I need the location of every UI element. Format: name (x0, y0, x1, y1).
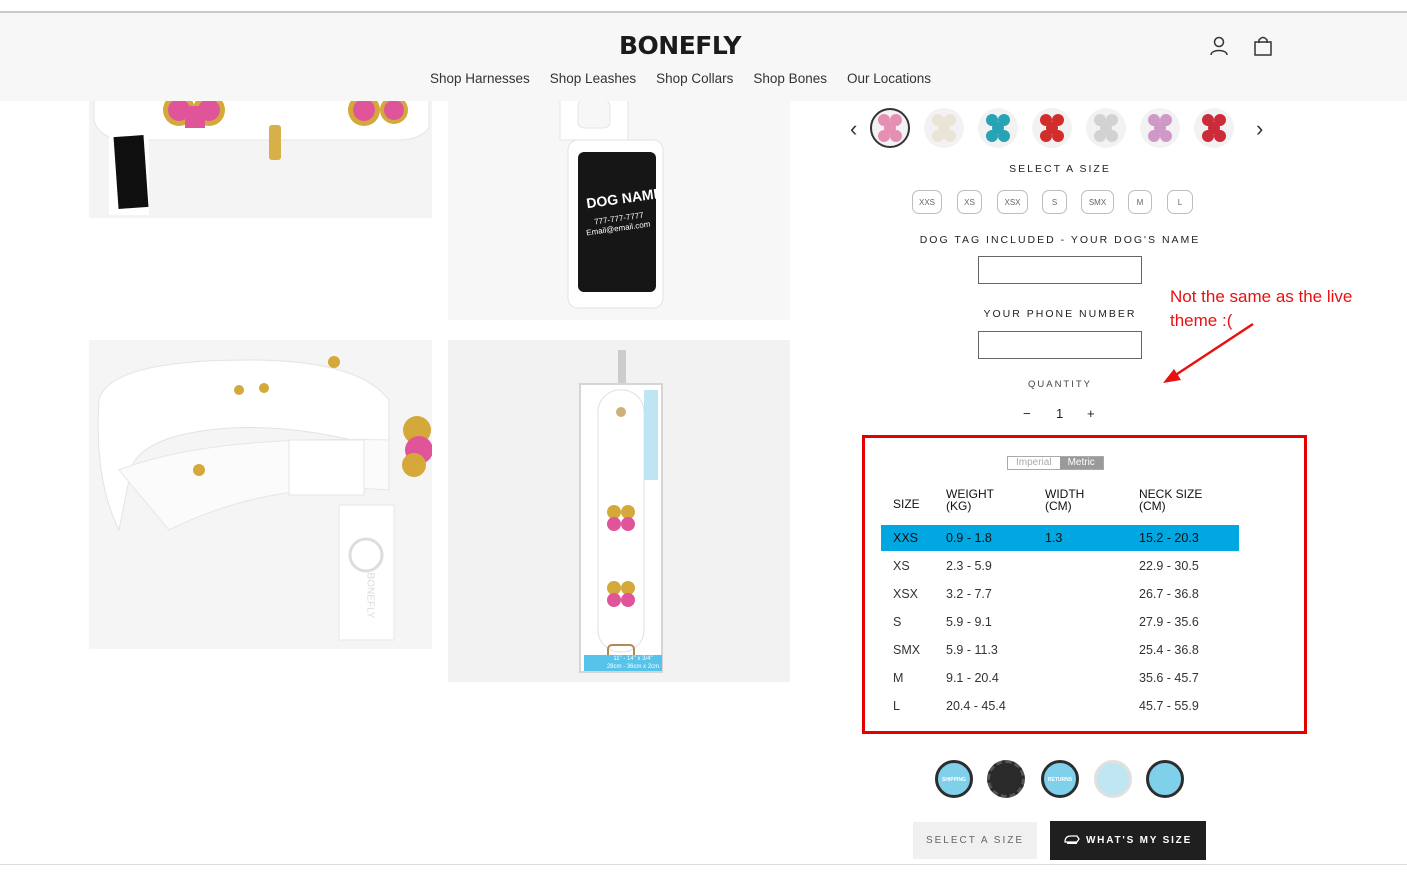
free-shipping-badge: SHIPPING (935, 760, 973, 798)
bone-icon (986, 114, 1010, 142)
quantity-decrement-button[interactable]: − (1023, 406, 1031, 421)
collar-brand-text: BONEFLY (364, 572, 376, 619)
header-width: WIDTH (CM) (1045, 487, 1085, 513)
cell-size: XXS (893, 531, 919, 545)
cell-size: S (893, 615, 902, 629)
header-neck-size: NECK SIZE (CM) (1139, 487, 1203, 513)
header-weight: WEIGHT (KG) (946, 487, 994, 513)
color-swatch[interactable] (1032, 108, 1072, 148)
color-swatch[interactable] (924, 108, 964, 148)
color-swatch[interactable] (1194, 108, 1234, 148)
cell-weight: 5.9 - 9.1 (946, 615, 992, 629)
size-option-xxs[interactable]: XXS (912, 190, 942, 214)
cell-neck: 22.9 - 30.5 (1139, 559, 1199, 573)
cell-neck: 35.6 - 45.7 (1139, 671, 1199, 685)
cell-weight: 2.3 - 5.9 (946, 559, 992, 573)
cell-weight: 3.2 - 7.7 (946, 587, 992, 601)
cell-size: XSX (893, 587, 919, 601)
user-icon[interactable] (1208, 35, 1230, 57)
nav-shop-leashes[interactable]: Shop Leashes (550, 71, 636, 86)
nav-shop-bones[interactable]: Shop Bones (753, 71, 827, 86)
site-logo[interactable]: BONEFLY (580, 31, 780, 60)
chevron-right-icon[interactable]: › (1256, 116, 1263, 142)
cell-weight: 9.1 - 20.4 (946, 671, 999, 685)
table-row[interactable]: XS 2.3 - 5.9 22.9 - 30.5 (881, 553, 1239, 579)
dog-name-input[interactable] (978, 256, 1142, 284)
bone-icon (878, 114, 902, 142)
free-returns-badge: RETURNS (1041, 760, 1079, 798)
product-photo-collar-side[interactable]: BONEFLY (89, 340, 432, 649)
shipping-badge-text: SHIPPING (942, 777, 966, 783)
size-option-xsx[interactable]: XSX (997, 190, 1028, 214)
chevron-left-icon[interactable]: ‹ (850, 116, 857, 142)
main-nav: Shop Harnesses Shop Leashes Shop Collars… (0, 71, 1361, 86)
header-size: SIZE (893, 497, 920, 511)
cell-neck: 26.7 - 36.8 (1139, 587, 1199, 601)
cell-weight: 0.9 - 1.8 (946, 531, 992, 545)
table-row[interactable]: SMX 5.9 - 11.3 25.4 - 36.8 (881, 637, 1239, 663)
cell-size: SMX (893, 643, 921, 657)
table-row[interactable]: XXS 0.9 - 1.8 1.3 15.2 - 20.3 (881, 525, 1239, 551)
dog-tag-label: DOG TAG INCLUDED - YOUR DOG'S NAME (919, 234, 1201, 246)
cell-weight: 5.9 - 11.3 (946, 643, 998, 657)
color-swatch[interactable] (870, 108, 910, 148)
whats-my-size-button[interactable]: WHAT'S MY SIZE (1050, 821, 1206, 860)
package-size-label: 11" - 14" x 3/4" 28cm - 36cm x 2cm (606, 656, 660, 670)
nav-our-locations[interactable]: Our Locations (847, 71, 931, 86)
color-swatch-carousel: ‹ › (848, 106, 1278, 150)
nav-shop-collars[interactable]: Shop Collars (656, 71, 733, 86)
site-header: BONEFLY Shop Harnesses Shop Leashes Shop… (0, 13, 1407, 101)
bone-icon (1202, 114, 1226, 142)
quantity-stepper: − 1 + (1013, 401, 1105, 427)
bone-icon (1148, 114, 1172, 142)
dog-icon (1064, 833, 1080, 848)
unit-toggle: Imperial Metric (1007, 456, 1104, 470)
cell-neck: 15.2 - 20.3 (1139, 531, 1199, 545)
cell-size: M (893, 671, 904, 685)
table-row[interactable]: L 20.4 - 45.4 45.7 - 55.9 (881, 693, 1239, 719)
color-swatch[interactable] (1086, 108, 1126, 148)
size-option-l[interactable]: L (1167, 190, 1193, 214)
select-size-heading: SELECT A SIZE (1009, 163, 1111, 175)
bag-icon[interactable] (1252, 35, 1274, 57)
phone-label: YOUR PHONE NUMBER (983, 308, 1137, 320)
size-option-m[interactable]: M (1128, 190, 1152, 214)
size-option-xs[interactable]: XS (957, 190, 982, 214)
product-photo-dog-tag[interactable]: DOG NAME 777-777-7777 Email@email.com (448, 100, 790, 320)
nav-shop-harnesses[interactable]: Shop Harnesses (430, 71, 530, 86)
metric-toggle[interactable]: Metric (1059, 457, 1103, 469)
cell-width: 1.3 (1045, 531, 1063, 545)
table-row[interactable]: S 5.9 - 9.1 27.9 - 35.6 (881, 609, 1239, 635)
bone-icon (1040, 114, 1064, 142)
guarantee-seal (987, 760, 1025, 798)
product-photo-package[interactable]: 11" - 14" x 3/4" 28cm - 36cm x 2cm (448, 340, 790, 682)
quantity-label: QUANTITY (1027, 379, 1093, 390)
annotation-arrow (1163, 322, 1254, 383)
size-option-s[interactable]: S (1042, 190, 1067, 214)
color-swatch[interactable] (1140, 108, 1180, 148)
cell-neck: 25.4 - 36.8 (1139, 643, 1199, 657)
quantity-increment-button[interactable]: + (1087, 406, 1095, 421)
product-photo-collar-top[interactable] (89, 100, 432, 218)
returns-badge-text: RETURNS (1047, 777, 1073, 783)
cell-neck: 45.7 - 55.9 (1139, 699, 1199, 713)
imperial-toggle[interactable]: Imperial (1008, 457, 1060, 469)
cell-size: L (893, 699, 900, 713)
select-size-button[interactable]: SELECT A SIZE (913, 822, 1037, 859)
quality-seal (1146, 760, 1184, 798)
quantity-input[interactable]: 1 (1056, 406, 1063, 421)
bone-icon (932, 114, 956, 142)
bone-icon (1094, 114, 1118, 142)
table-row[interactable]: M 9.1 - 20.4 35.6 - 45.7 (881, 665, 1239, 691)
whats-my-size-label: WHAT'S MY SIZE (1085, 835, 1193, 846)
environmentally-friendly-badge (1094, 760, 1132, 798)
table-row[interactable]: XSX 3.2 - 7.7 26.7 - 36.8 (881, 581, 1239, 607)
cell-weight: 20.4 - 45.4 (946, 699, 1006, 713)
phone-number-input[interactable] (978, 331, 1142, 359)
cell-size: XS (893, 559, 910, 573)
bottom-divider (0, 864, 1407, 865)
color-swatch[interactable] (978, 108, 1018, 148)
cell-neck: 27.9 - 35.6 (1139, 615, 1199, 629)
size-option-smx[interactable]: SMX (1081, 190, 1114, 214)
